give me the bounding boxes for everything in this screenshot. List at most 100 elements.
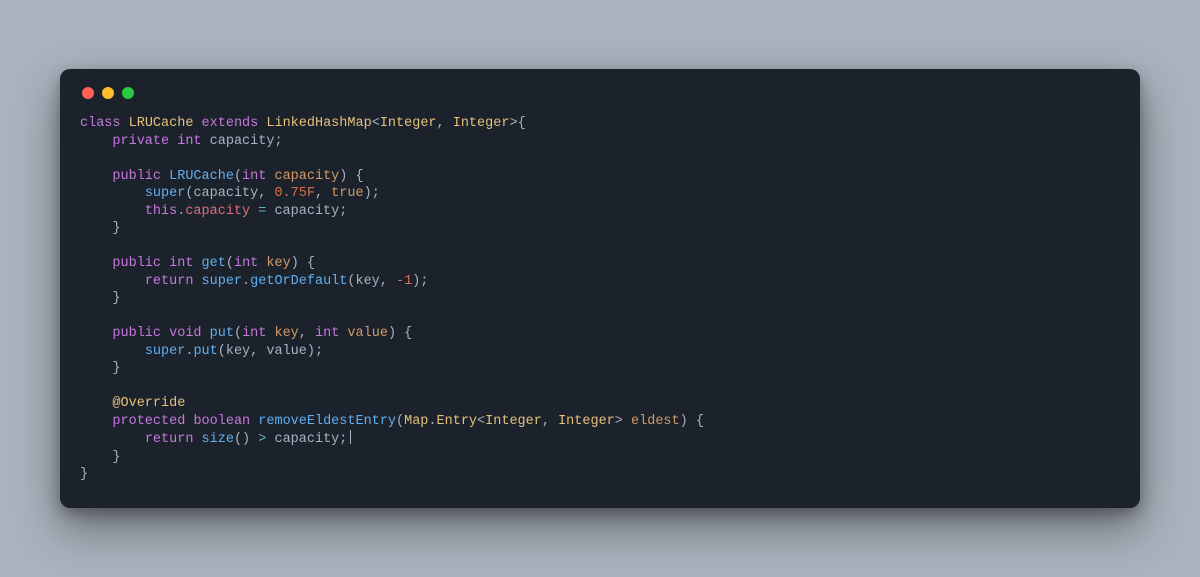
arg-value: value <box>266 344 307 359</box>
minimize-icon[interactable] <box>102 87 114 99</box>
punct: . <box>242 274 250 289</box>
punct: { <box>696 414 704 429</box>
op-assign: = <box>250 204 274 219</box>
type-int: int <box>234 256 258 271</box>
window-titlebar <box>80 87 1120 115</box>
type-int: int <box>169 256 193 271</box>
type-entry: Entry <box>437 414 478 429</box>
keyword-class: class <box>80 116 121 131</box>
type-integer: Integer <box>453 116 510 131</box>
punct: ( <box>226 256 234 271</box>
call-super: super <box>202 274 243 289</box>
punct: ; <box>274 134 282 149</box>
punct: ) <box>388 326 396 341</box>
zoom-icon[interactable] <box>122 87 134 99</box>
call-size: size <box>202 432 234 447</box>
punct: { <box>518 116 526 131</box>
punct: ( <box>396 414 404 429</box>
punct: ; <box>339 432 347 447</box>
type-integer: Integer <box>380 116 437 131</box>
punct: < <box>477 414 485 429</box>
num-075f: 0.75F <box>274 186 315 201</box>
keyword-return: return <box>145 274 194 289</box>
class-name: LRUCache <box>129 116 194 131</box>
type-map: Map <box>404 414 428 429</box>
indent <box>80 432 145 447</box>
punct: ; <box>420 274 428 289</box>
lit-true: true <box>331 186 363 201</box>
punct: { <box>404 326 412 341</box>
punct: ; <box>372 186 380 201</box>
indent <box>80 169 112 184</box>
punct: ( <box>234 432 242 447</box>
punct: , <box>299 326 315 341</box>
punct: , <box>542 414 558 429</box>
punct: } <box>112 361 120 376</box>
punct: ( <box>218 344 226 359</box>
ident-capacity: capacity <box>274 204 339 219</box>
punct: < <box>372 116 380 131</box>
annotation-override: @Override <box>112 396 185 411</box>
punct: } <box>112 450 120 465</box>
keyword-public: public <box>112 256 161 271</box>
type-int: int <box>242 169 266 184</box>
arg-capacity: capacity <box>193 186 258 201</box>
indent <box>80 274 145 289</box>
punct: ) <box>242 432 250 447</box>
punct: { <box>356 169 364 184</box>
ctor-name: LRUCache <box>169 169 234 184</box>
call-super: super <box>145 186 186 201</box>
indent <box>80 450 112 465</box>
keyword-this: this <box>145 204 177 219</box>
type-integer: Integer <box>558 414 615 429</box>
keyword-private: private <box>112 134 169 149</box>
punct: , <box>315 186 331 201</box>
punct: , <box>380 274 396 289</box>
indent <box>80 256 112 271</box>
ident-capacity: capacity <box>274 432 339 447</box>
param-eldest: eldest <box>631 414 680 429</box>
punct: } <box>112 221 120 236</box>
punct: , <box>250 344 266 359</box>
type-boolean: boolean <box>193 414 250 429</box>
punct: . <box>428 414 436 429</box>
punct: ) <box>680 414 688 429</box>
keyword-public: public <box>112 169 161 184</box>
call-super: super <box>145 344 186 359</box>
type-linkedhashmap: LinkedHashMap <box>266 116 371 131</box>
arg-key: key <box>226 344 250 359</box>
call-put: put <box>193 344 217 359</box>
punct: ) <box>364 186 372 201</box>
indent <box>80 204 145 219</box>
type-integer: Integer <box>485 414 542 429</box>
keyword-return: return <box>145 432 194 447</box>
num-neg1: -1 <box>396 274 412 289</box>
punct: > <box>509 116 517 131</box>
method-put: put <box>210 326 234 341</box>
punct: , <box>258 186 274 201</box>
type-void: void <box>169 326 201 341</box>
param-key: key <box>266 256 290 271</box>
indent <box>80 326 112 341</box>
indent <box>80 291 112 306</box>
text-cursor-icon <box>350 430 351 444</box>
punct: , <box>437 116 453 131</box>
punct: ( <box>234 326 242 341</box>
indent <box>80 361 112 376</box>
punct: } <box>80 467 88 482</box>
indent <box>80 414 112 429</box>
keyword-extends: extends <box>202 116 259 131</box>
punct: ; <box>315 344 323 359</box>
method-removeeldest: removeEldestEntry <box>258 414 396 429</box>
close-icon[interactable] <box>82 87 94 99</box>
type-int: int <box>242 326 266 341</box>
type-int: int <box>315 326 339 341</box>
ident-capacity: capacity <box>210 134 275 149</box>
indent <box>80 134 112 149</box>
punct: { <box>307 256 315 271</box>
punct: ) <box>307 344 315 359</box>
indent <box>80 396 112 411</box>
param-capacity: capacity <box>274 169 339 184</box>
punct: ; <box>339 204 347 219</box>
code-block: class LRUCache extends LinkedHashMap<Int… <box>80 115 1120 484</box>
